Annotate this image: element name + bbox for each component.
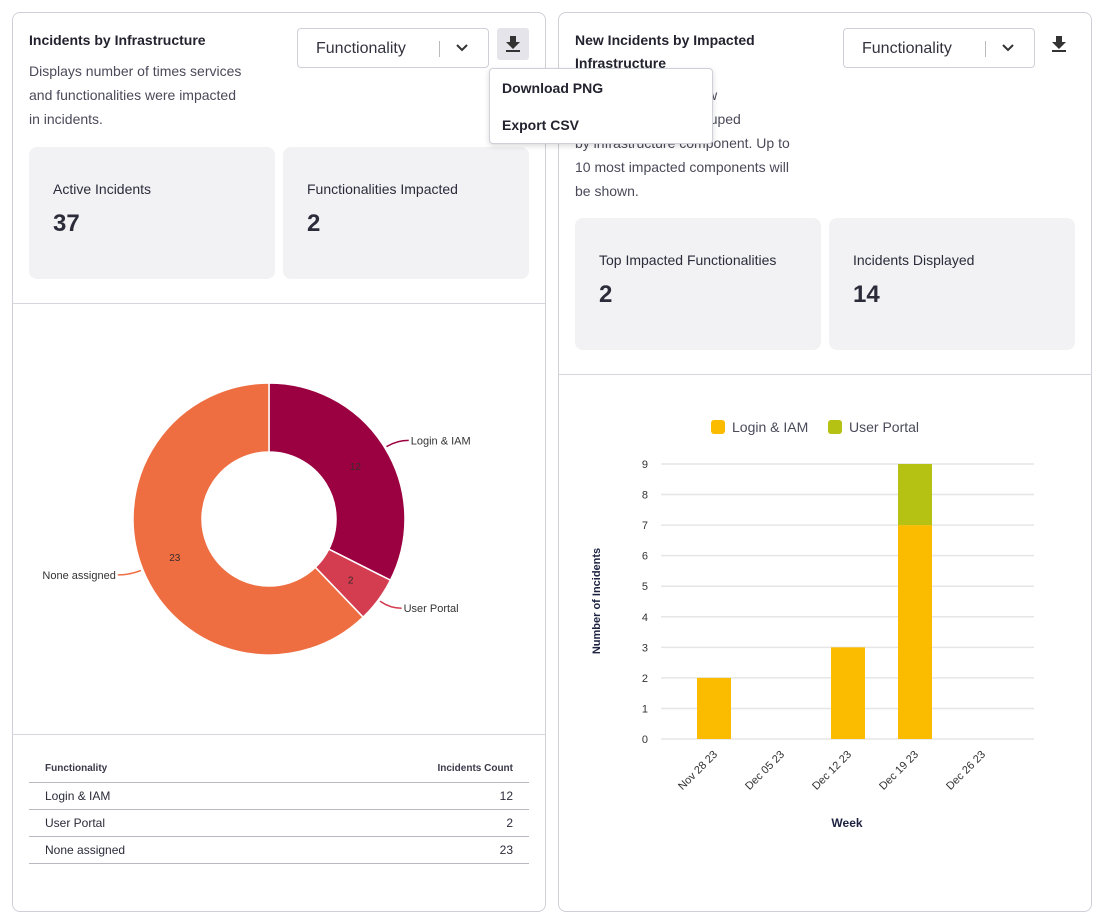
select-value: Functionality bbox=[316, 40, 406, 57]
table-row: User Portal 2 bbox=[29, 809, 529, 837]
divider bbox=[559, 374, 1091, 375]
stat-value: 2 bbox=[307, 210, 321, 237]
cell-count: 12 bbox=[284, 782, 529, 810]
stat-value: 14 bbox=[853, 281, 880, 308]
download-icon bbox=[1052, 36, 1066, 52]
y-tick-label: 8 bbox=[642, 490, 648, 502]
divider bbox=[13, 734, 545, 735]
slice-name-label: None assigned bbox=[42, 570, 115, 582]
y-tick-label: 5 bbox=[642, 581, 648, 593]
cell-functionality: User Portal bbox=[29, 809, 285, 837]
donut-chart: 12 Login & IAM 2 User Portal 23 None assigned bbox=[42, 382, 471, 656]
download-menu: Download PNG Export CSV bbox=[489, 68, 713, 144]
y-tick-label: 7 bbox=[642, 520, 648, 532]
group-by-select[interactable]: Functionality bbox=[297, 28, 489, 68]
stat-top-impacted-functionalities: Top Impacted Functionalities 2 bbox=[575, 218, 821, 350]
slice-leader-line bbox=[117, 569, 142, 576]
stat-value: 2 bbox=[599, 281, 613, 308]
stat-label: Top Impacted Functionalities bbox=[599, 252, 777, 268]
bar-segment bbox=[697, 677, 731, 739]
left-panel-description: Displays number of times services and fu… bbox=[29, 59, 241, 131]
table-row: None assigned 23 bbox=[29, 836, 529, 864]
donut-slice bbox=[268, 382, 406, 582]
desc-line: Displays number of times services bbox=[29, 63, 242, 79]
desc-line: and functionalities were impacted bbox=[29, 87, 237, 103]
select-value: Functionality bbox=[862, 40, 952, 57]
cell-functionality: None assigned bbox=[29, 836, 285, 864]
y-tick-label: 6 bbox=[642, 551, 648, 563]
download-icon bbox=[506, 36, 520, 52]
y-tick-label: 0 bbox=[642, 734, 648, 746]
stat-active-incidents: Active Incidents 37 bbox=[29, 147, 275, 279]
x-tick-label: Nov 28 23 bbox=[676, 749, 720, 793]
slice-name-label: User Portal bbox=[404, 603, 459, 615]
desc-line: 10 most impacted components will bbox=[575, 159, 789, 175]
divider bbox=[13, 303, 545, 304]
bar-segment bbox=[831, 647, 865, 739]
y-axis-title: Number of Incidents bbox=[591, 548, 603, 654]
y-tick-label: 4 bbox=[642, 612, 648, 624]
select-separator bbox=[439, 41, 440, 57]
stat-label: Functionalities Impacted bbox=[307, 181, 458, 197]
slice-value-label: 12 bbox=[350, 462, 362, 473]
x-tick-label: Dec 19 23 bbox=[877, 749, 921, 793]
y-tick-label: 2 bbox=[642, 673, 648, 685]
desc-line: be shown. bbox=[575, 183, 639, 199]
cell-count: 23 bbox=[284, 836, 529, 864]
select-separator bbox=[985, 41, 986, 57]
legend-label: Login & IAM bbox=[732, 419, 808, 435]
group-by-select[interactable]: Functionality bbox=[843, 28, 1035, 68]
column-header[interactable]: Incidents Count bbox=[284, 756, 529, 783]
y-tick-label: 9 bbox=[642, 459, 648, 471]
stat-value: 37 bbox=[53, 210, 80, 237]
functionality-table: Functionality Incidents Count Login & IA… bbox=[29, 756, 529, 864]
y-tick-label: 1 bbox=[642, 703, 648, 715]
chevron-down-icon bbox=[1002, 44, 1014, 52]
stat-incidents-displayed: Incidents Displayed 14 bbox=[829, 218, 1075, 350]
table-row: Login & IAM 12 bbox=[29, 782, 529, 810]
menu-item-export-csv[interactable]: Export CSV bbox=[502, 117, 579, 133]
slice-value-label: 23 bbox=[169, 553, 181, 564]
cell-functionality: Login & IAM bbox=[29, 782, 285, 810]
slice-leader-line bbox=[379, 600, 402, 609]
stat-functionalities-impacted: Functionalities Impacted 2 bbox=[283, 147, 529, 279]
slice-name-label: Login & IAM bbox=[411, 435, 471, 447]
legend-swatch bbox=[828, 420, 842, 434]
bar-segment bbox=[898, 464, 932, 526]
stat-label: Incidents Displayed bbox=[853, 252, 975, 268]
x-axis-title: Week bbox=[831, 816, 862, 830]
menu-item-download-png[interactable]: Download PNG bbox=[502, 80, 603, 96]
cell-count: 2 bbox=[284, 809, 529, 837]
left-panel-title: Incidents by Infrastructure bbox=[29, 32, 206, 48]
x-tick-label: Dec 05 23 bbox=[743, 749, 787, 793]
title-line: New Incidents by Impacted bbox=[575, 32, 755, 48]
download-button[interactable] bbox=[497, 28, 529, 60]
x-tick-label: Dec 12 23 bbox=[810, 749, 854, 793]
stat-label: Active Incidents bbox=[53, 181, 152, 197]
slice-value-label: 2 bbox=[348, 575, 354, 586]
bar-segment bbox=[898, 525, 932, 739]
legend-label: User Portal bbox=[849, 419, 919, 435]
x-tick-label: Dec 26 23 bbox=[944, 749, 988, 793]
y-tick-label: 3 bbox=[642, 642, 648, 654]
column-header[interactable]: Functionality bbox=[29, 756, 285, 783]
chevron-down-icon bbox=[456, 44, 468, 52]
stacked-bar-chart: 0 1 2 3 4 5 6 7 8 9 Nov 28 23 Dec 05 23 Dec 12 23 Dec… bbox=[591, 419, 1034, 830]
slice-leader-line bbox=[386, 439, 409, 448]
download-button[interactable] bbox=[1043, 28, 1075, 60]
desc-line: in incidents. bbox=[29, 111, 103, 127]
table-header-row: Functionality Incidents Count bbox=[29, 756, 529, 783]
legend-swatch bbox=[711, 420, 725, 434]
